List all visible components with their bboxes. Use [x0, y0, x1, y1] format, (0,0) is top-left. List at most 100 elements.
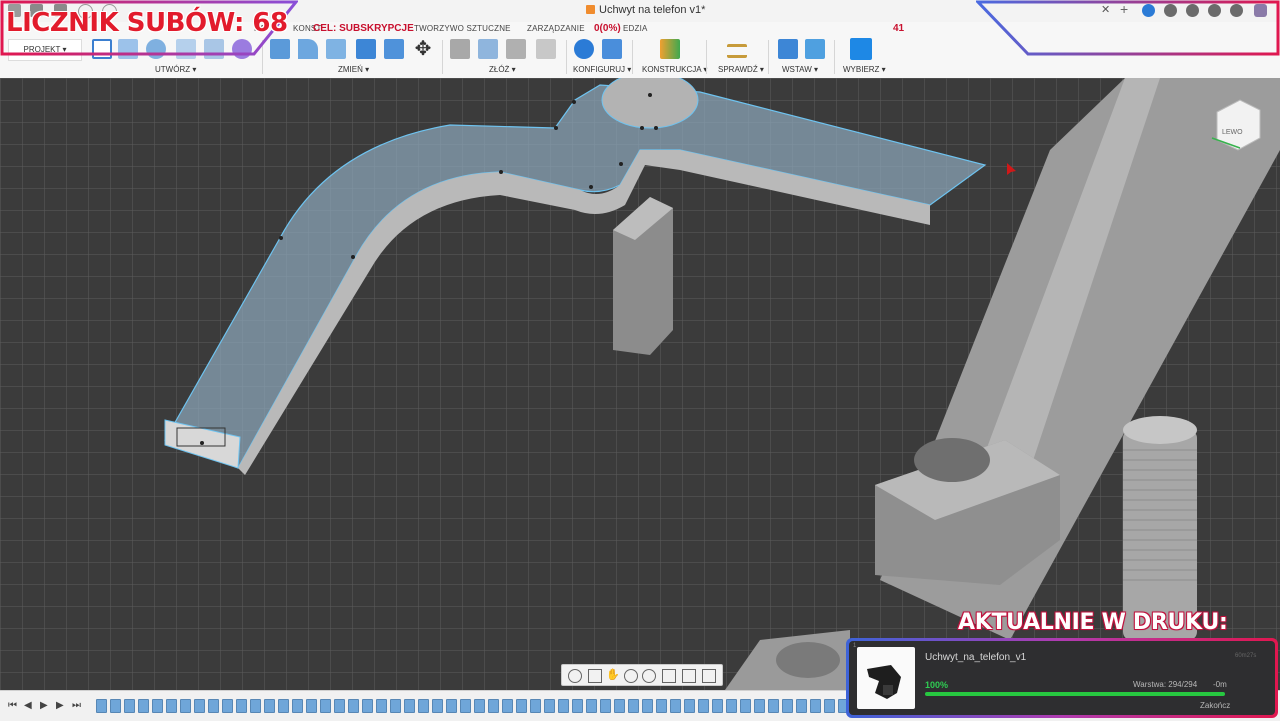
group-select[interactable]: WYBIERZ ▾ — [843, 65, 886, 74]
timeline-feature-icon[interactable] — [390, 699, 401, 713]
timeline-feature-icon[interactable] — [726, 699, 737, 713]
select-icon[interactable] — [850, 38, 872, 60]
timeline-feature-icon[interactable] — [474, 699, 485, 713]
timeline-feature-icon[interactable] — [544, 699, 555, 713]
timeline-feature-icon[interactable] — [362, 699, 373, 713]
timeline-forward-icon[interactable]: ▶ — [56, 700, 64, 711]
chamfer-icon[interactable] — [326, 39, 346, 59]
timeline-feature-icon[interactable] — [334, 699, 345, 713]
design-viewport[interactable]: LEWO — [0, 78, 1280, 690]
timeline-feature-icon[interactable] — [740, 699, 751, 713]
timeline-feature-icon[interactable] — [250, 699, 261, 713]
shell-icon[interactable] — [356, 39, 376, 59]
timeline-feature-icon[interactable] — [572, 699, 583, 713]
selected-sweep-body[interactable] — [164, 84, 987, 469]
timeline-play-icon[interactable]: ▶ — [40, 700, 48, 711]
grid-settings-icon[interactable] — [682, 669, 696, 683]
timeline-feature-icon[interactable] — [348, 699, 359, 713]
timeline-feature-icon[interactable] — [376, 699, 387, 713]
timeline-feature-icon[interactable] — [502, 699, 513, 713]
measure-icon[interactable] — [727, 44, 747, 58]
timeline-feature-icon[interactable] — [516, 699, 527, 713]
timeline-feature-icon[interactable] — [628, 699, 639, 713]
tab-utilities[interactable]: EDZIA — [623, 24, 648, 33]
joint-origin-icon[interactable] — [536, 39, 556, 59]
timeline-feature-icon[interactable] — [264, 699, 275, 713]
threaded-bolt[interactable] — [1123, 430, 1197, 640]
combine-icon[interactable] — [384, 39, 404, 59]
timeline-feature-icon[interactable] — [810, 699, 821, 713]
as-built-joint-icon[interactable] — [506, 39, 526, 59]
timeline-feature-icon[interactable] — [418, 699, 429, 713]
offset-plane-icon[interactable] — [660, 39, 680, 59]
group-insert[interactable]: WSTAW ▾ — [782, 65, 818, 74]
fillet-icon[interactable] — [298, 39, 318, 59]
insert-derive-icon[interactable] — [778, 39, 798, 59]
joint-icon[interactable] — [478, 39, 498, 59]
timeline-feature-icon[interactable] — [152, 699, 163, 713]
timeline-feature-icon[interactable] — [292, 699, 303, 713]
timeline-start-icon[interactable]: ⏮ — [8, 700, 17, 711]
timeline-feature-icon[interactable] — [278, 699, 289, 713]
tab-plastic[interactable]: TWORZYWO SZTUCZNE — [414, 24, 511, 33]
viewports-icon[interactable] — [702, 669, 716, 683]
insert-image-icon[interactable] — [805, 39, 825, 59]
display-settings-icon[interactable] — [662, 669, 676, 683]
timeline-feature-icon[interactable] — [110, 699, 121, 713]
configuration-table-icon[interactable] — [602, 39, 622, 59]
new-component-icon[interactable] — [450, 39, 470, 59]
timeline-feature-icon[interactable] — [754, 699, 765, 713]
zoom-icon[interactable] — [624, 669, 638, 683]
timeline-feature-icon[interactable] — [166, 699, 177, 713]
timeline-feature-icon[interactable] — [530, 699, 541, 713]
timeline-feature-icon[interactable] — [670, 699, 681, 713]
finish-button[interactable]: Zakończ — [1200, 701, 1230, 710]
timeline-feature-icon[interactable] — [404, 699, 415, 713]
timeline-feature-icon[interactable] — [222, 699, 233, 713]
group-modify[interactable]: ZMIEŃ ▾ — [338, 65, 369, 74]
timeline-feature-icon[interactable] — [642, 699, 653, 713]
timeline-feature-icon[interactable] — [488, 699, 499, 713]
timeline-feature-icon[interactable] — [824, 699, 835, 713]
timeline-feature-icon[interactable] — [138, 699, 149, 713]
timeline-feature-icon[interactable] — [684, 699, 695, 713]
timeline-feature-icon[interactable] — [600, 699, 611, 713]
timeline-feature-icon[interactable] — [306, 699, 317, 713]
dome-feature[interactable] — [601, 78, 699, 129]
timeline-feature-icon[interactable] — [796, 699, 807, 713]
group-configure[interactable]: KONFIGURUJ ▾ — [573, 65, 631, 74]
timeline-feature-icon[interactable] — [614, 699, 625, 713]
fit-icon[interactable] — [642, 669, 656, 683]
timeline-feature-icon[interactable] — [698, 699, 709, 713]
timeline-feature-icon[interactable] — [656, 699, 667, 713]
timeline-feature-icon[interactable] — [586, 699, 597, 713]
timeline-feature-icon[interactable] — [460, 699, 471, 713]
group-assemble[interactable]: ZŁÓŻ ▾ — [489, 65, 516, 74]
timeline-feature-icon[interactable] — [194, 699, 205, 713]
timeline-feature-icon[interactable] — [236, 699, 247, 713]
group-create[interactable]: UTWÓRZ ▾ — [155, 65, 196, 74]
timeline-feature-icon[interactable] — [558, 699, 569, 713]
orbit-icon[interactable] — [568, 669, 582, 683]
timeline-feature-icon[interactable] — [432, 699, 443, 713]
timeline-back-icon[interactable]: ◀ — [24, 700, 32, 711]
timeline-feature-icon[interactable] — [712, 699, 723, 713]
move-icon[interactable]: ✥ — [413, 39, 433, 59]
configure-icon[interactable] — [574, 39, 594, 59]
group-inspect[interactable]: SPRAWDŹ ▾ — [718, 65, 764, 74]
tab-manage[interactable]: ZARZĄDZANIE — [527, 24, 585, 33]
group-construct[interactable]: KONSTRUKCJA ▾ — [642, 65, 707, 74]
model-scene[interactable]: LEWO — [0, 78, 1280, 690]
top-right-frame — [976, 0, 1280, 56]
look-at-icon[interactable] — [588, 669, 602, 683]
timeline-feature-icon[interactable] — [446, 699, 457, 713]
timeline-feature-icon[interactable] — [320, 699, 331, 713]
timeline-feature-icon[interactable] — [768, 699, 779, 713]
timeline-feature-icon[interactable] — [782, 699, 793, 713]
pan-icon[interactable]: ✋ — [606, 669, 620, 681]
timeline-feature-icon[interactable] — [96, 699, 107, 713]
timeline-feature-icon[interactable] — [180, 699, 191, 713]
timeline-feature-icon[interactable] — [208, 699, 219, 713]
timeline-end-icon[interactable]: ⏭ — [72, 700, 81, 711]
timeline-feature-icon[interactable] — [124, 699, 135, 713]
